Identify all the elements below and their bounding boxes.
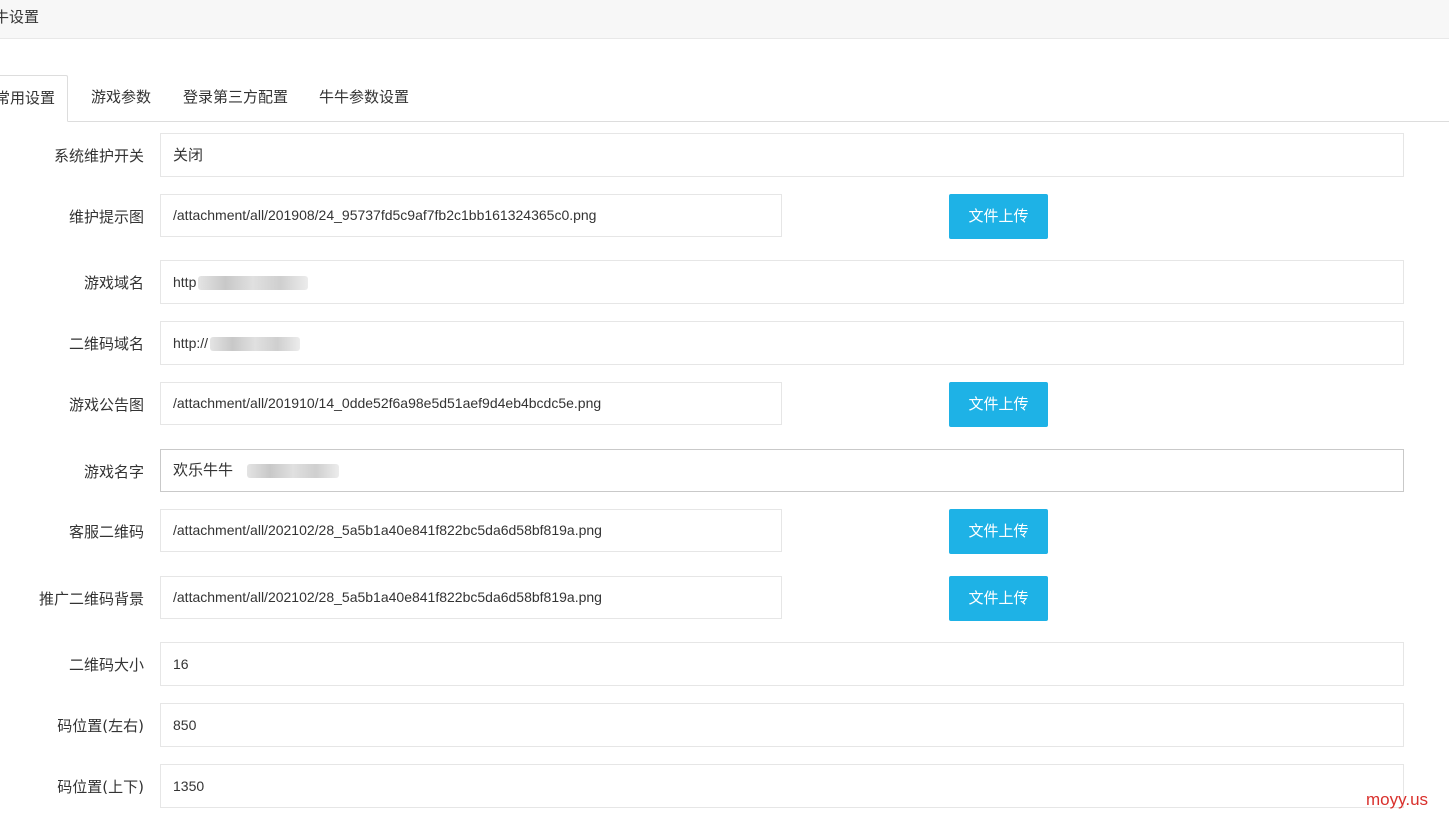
page-header: 牛设置: [0, 0, 1449, 39]
field-label: 码位置(上下): [57, 778, 144, 796]
qrcode-pos-x-input[interactable]: 850: [160, 703, 1404, 747]
upload-button[interactable]: 文件上传: [949, 576, 1048, 621]
qrcode-size-input[interactable]: 16: [160, 642, 1404, 686]
field-label: 客服二维码: [68, 523, 144, 541]
notice-image-input[interactable]: /attachment/all/201910/14_0dde52f6a98e5d…: [160, 382, 782, 425]
qrcode-pos-y-input[interactable]: 1350: [160, 764, 1404, 808]
field-label: 码位置(左右): [57, 717, 144, 735]
tab-bar: 常用设置 游戏参数 登录第三方配置 牛牛参数设置: [0, 75, 1449, 122]
field-label: 系统维护开关: [53, 147, 144, 165]
tab-niuniu-params[interactable]: 牛牛参数设置: [319, 75, 409, 122]
field-value: http://: [173, 335, 209, 351]
upload-button[interactable]: 文件上传: [949, 509, 1048, 554]
page-title: 牛设置: [0, 8, 40, 26]
upload-button[interactable]: 文件上传: [949, 194, 1048, 239]
redacted-blur: [210, 337, 301, 352]
field-label: 游戏公告图: [68, 396, 144, 414]
maintenance-switch-select[interactable]: 关闭: [160, 133, 1404, 177]
field-label: 游戏域名: [83, 274, 144, 292]
redacted-blur: [247, 463, 340, 478]
game-domain-input[interactable]: http: [160, 260, 1404, 304]
redacted-blur: [198, 276, 309, 291]
field-label: 游戏名字: [83, 463, 144, 481]
service-qrcode-input[interactable]: /attachment/all/202102/28_5a5b1a40e841f8…: [160, 509, 782, 552]
field-label: 推广二维码背景: [38, 590, 144, 608]
qrcode-domain-input[interactable]: http://: [160, 321, 1404, 365]
field-value: 欢乐牛牛: [173, 461, 234, 479]
watermark-text: moyy.us: [1366, 790, 1429, 809]
upload-button[interactable]: 文件上传: [949, 382, 1048, 427]
field-label: 二维码大小: [68, 656, 144, 674]
maintenance-image-input[interactable]: /attachment/all/201908/24_95737fd5c9af7f…: [160, 194, 782, 237]
field-value: http: [173, 274, 197, 290]
game-name-input[interactable]: 欢乐牛牛: [160, 449, 1404, 492]
field-label: 二维码域名: [68, 335, 144, 353]
tab-game-params[interactable]: 游戏参数: [91, 75, 151, 122]
promo-qrcode-bg-input[interactable]: /attachment/all/202102/28_5a5b1a40e841f8…: [160, 576, 782, 619]
field-label: 维护提示图: [68, 208, 144, 226]
tab-third-party-login[interactable]: 登录第三方配置: [183, 75, 288, 122]
tab-common-settings[interactable]: 常用设置: [0, 75, 69, 122]
